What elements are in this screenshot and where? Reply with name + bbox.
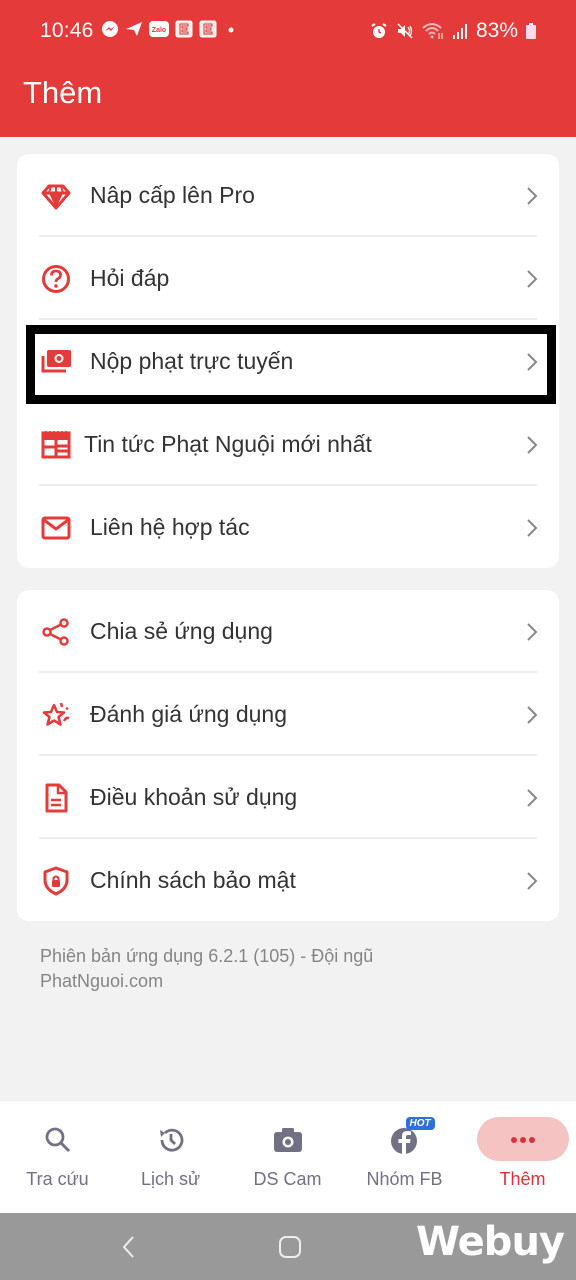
version-text: Phiên bản ứng dụng 6.2.1 (105) - Đội ngũ… [40, 946, 374, 991]
nav-tab-more[interactable]: Thêm [465, 1101, 576, 1213]
nav-label: Lịch sử [140, 1169, 201, 1189]
menu-item-label: Chia sẻ ứng dụng [90, 618, 273, 644]
battery-icon [526, 23, 536, 39]
alarm-icon [371, 23, 387, 38]
chevron-right-icon [527, 705, 538, 724]
history-icon [154, 1123, 188, 1157]
status-bar: 10:46 Zalo 83% [0, 0, 576, 62]
menu-item-label: Tin tức Phạt Nguội mới nhất [84, 431, 372, 457]
question-icon [39, 262, 73, 296]
nav-label: Thêm [499, 1169, 546, 1189]
more-icon [506, 1123, 540, 1157]
menu-item-rate-app[interactable]: Đánh giá ứng dụng [17, 673, 559, 756]
nav-tab-search[interactable]: Tra cứu [0, 1101, 115, 1213]
menu-item-label: Điều khoản sử dụng [90, 784, 298, 810]
mail-icon [39, 511, 73, 545]
zalo-icon: Zalo [149, 21, 169, 37]
menu-item-terms[interactable]: Điều khoản sử dụng [17, 756, 559, 839]
wifi-icon [422, 23, 443, 39]
chevron-right-icon [527, 622, 538, 641]
chevron-right-icon [527, 871, 538, 890]
system-nav-bar: Webuy [0, 1213, 576, 1280]
search-icon [41, 1123, 75, 1157]
home-button[interactable] [279, 1236, 301, 1258]
telegram-icon [126, 22, 142, 36]
chevron-right-icon [527, 518, 538, 537]
menu-item-upgrade-pro[interactable]: Nâp cấp lên Pro [17, 154, 559, 237]
chevron-right-icon [527, 435, 538, 454]
chevron-right-icon [527, 269, 538, 288]
menu-item-contact[interactable]: Liên hệ hợp tác [17, 486, 559, 569]
battery-percent: 83% [475, 19, 518, 42]
menu-item-label: Đánh giá ứng dụng [90, 701, 287, 727]
nav-tab-history[interactable]: Lịch sử [113, 1101, 228, 1213]
money-icon [39, 345, 73, 379]
app-bar: Thêm [0, 62, 576, 137]
hot-badge: HOT [405, 1117, 435, 1130]
system-icons: 83% [370, 19, 536, 43]
watermark-logo: Webuy [415, 1219, 565, 1265]
messenger-icon [102, 21, 118, 37]
share-icon [39, 615, 73, 649]
menu-item-label: Hỏi đáp [90, 265, 170, 291]
e-app-icon [199, 20, 217, 38]
menu-card-main: Nâp cấp lên Pro Hỏi đáp Nộp phạt trực tu… [17, 154, 559, 568]
e-app-icon [175, 20, 193, 38]
diamond-icon [39, 179, 73, 213]
chevron-right-icon [527, 352, 538, 371]
nav-tab-fb-group[interactable]: HOT Nhóm FB [347, 1101, 462, 1213]
dot-icon [228, 27, 234, 33]
nav-tab-cameras[interactable]: DS Cam [230, 1101, 345, 1213]
bottom-nav: Tra cứu Lịch sử DS Cam HOT Nhóm FB Thêm [0, 1101, 576, 1213]
menu-item-privacy[interactable]: Chính sách bảo mật [17, 839, 559, 922]
menu-item-pay-fine-online[interactable]: Nộp phạt trực tuyến [17, 320, 559, 403]
svg-text:Zalo: Zalo [152, 27, 166, 34]
document-icon [39, 781, 73, 815]
menu-card-about: Chia sẻ ứng dụng Đánh giá ứng dụng Điều … [17, 590, 559, 921]
nav-label: Tra cứu [26, 1169, 89, 1189]
menu-item-news[interactable]: Tin tức Phạt Nguội mới nhất [17, 403, 559, 486]
menu-item-share-app[interactable]: Chia sẻ ứng dụng [17, 590, 559, 673]
menu-item-faq[interactable]: Hỏi đáp [17, 237, 559, 320]
menu-item-label: Chính sách bảo mật [90, 867, 296, 893]
chevron-right-icon [527, 186, 538, 205]
signal-icon [452, 24, 467, 39]
camera-icon [271, 1123, 305, 1157]
facebook-icon: HOT [388, 1117, 435, 1157]
chevron-right-icon [527, 788, 538, 807]
mute-icon [397, 23, 413, 39]
shield-lock-icon [39, 864, 73, 898]
notification-icons: Zalo [101, 20, 237, 38]
menu-item-label: Nâp cấp lên Pro [90, 182, 255, 208]
nav-label: Nhóm FB [366, 1169, 443, 1189]
star-icon [39, 698, 73, 732]
status-time: 10:46 [40, 19, 94, 42]
menu-item-label: Nộp phạt trực tuyến [90, 348, 294, 374]
page-title: Thêm [23, 75, 103, 110]
nav-label: DS Cam [253, 1169, 322, 1189]
back-icon[interactable] [118, 1233, 138, 1261]
menu-item-label: Liên hệ hợp tác [90, 514, 250, 540]
news-icon [39, 428, 73, 462]
